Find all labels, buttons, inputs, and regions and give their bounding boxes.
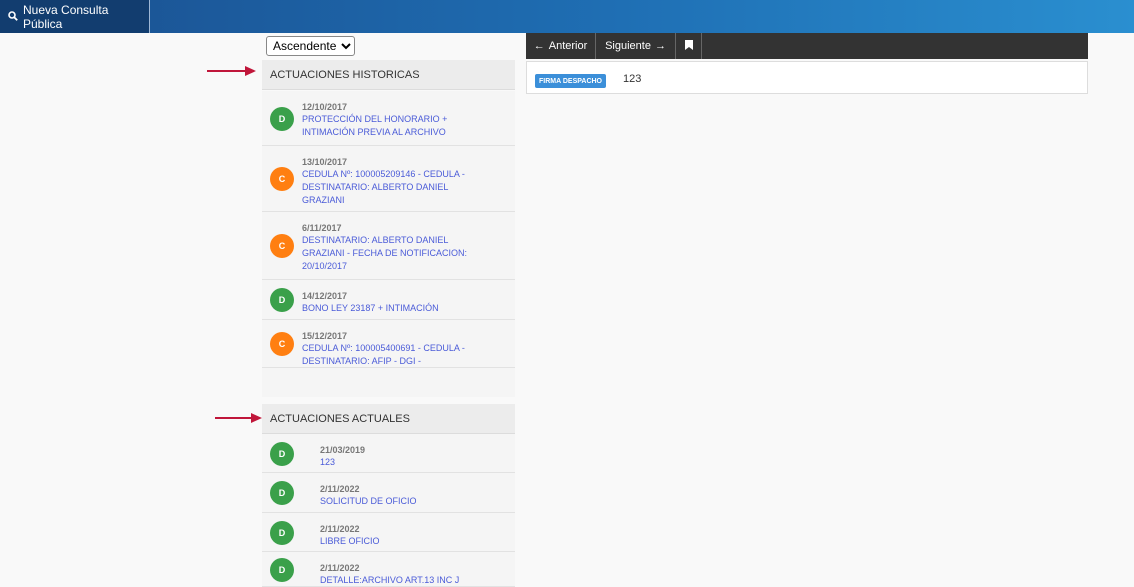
- item-date: 2/11/2022: [320, 484, 360, 494]
- actuales-title: ACTUACIONES ACTUALES: [270, 412, 410, 425]
- bookmark-icon: [684, 39, 693, 53]
- list-item[interactable]: C 15/12/2017 CEDULA Nº: 100005400691 - CED…: [262, 320, 515, 368]
- previous-label: Anterior: [548, 40, 588, 52]
- new-search-button[interactable]: Nueva Consulta Pública: [0, 0, 150, 33]
- arrow-annotation-historicas: [207, 66, 256, 76]
- historicas-header: ACTUACIONES HISTORICAS: [262, 60, 515, 90]
- item-date: 2/11/2022: [320, 524, 360, 534]
- item-date: 12/10/2017: [302, 102, 348, 112]
- item-description: GRAZIANI: [302, 195, 345, 205]
- avatar: C: [270, 332, 294, 356]
- item-date: 14/12/2017: [302, 291, 348, 301]
- item-description: GRAZIANI - FECHA DE NOTIFICACION:: [302, 248, 468, 258]
- actuales-header: ACTUACIONES ACTUALES: [262, 404, 515, 434]
- item-description: DESTINATARIO: ALBERTO DANIEL: [302, 235, 449, 245]
- new-search-label: Nueva Consulta Pública: [23, 2, 109, 31]
- item-description: 123: [320, 457, 336, 467]
- item-description: DETALLE:ARCHIVO ART.13 INC J: [320, 575, 460, 585]
- item-date: 15/12/2017: [302, 331, 348, 341]
- list-item[interactable]: D 2/11/2022 DETALLE:ARCHIVO ART.13 INC J: [262, 552, 515, 587]
- list-item[interactable]: C 13/10/2017 CEDULA Nº: 100005209146 - CED…: [262, 146, 515, 212]
- item-date: 2/11/2022: [320, 563, 360, 573]
- avatar: D: [270, 521, 294, 545]
- avatar: C: [270, 234, 294, 258]
- item-description: SOLICITUD DE OFICIO: [320, 496, 417, 506]
- item-description: CEDULA Nº: 100005209146 - CEDULA -: [302, 169, 465, 179]
- bookmark-button[interactable]: [676, 33, 702, 59]
- sort-order-select[interactable]: Ascendente: [266, 36, 355, 56]
- actuales-list: D 21/03/2019 123 D 2/11/2022 SOLICITUD DE OFI…: [262, 434, 515, 587]
- item-description: DESTINATARIO: AFIP - DGI -: [302, 356, 422, 366]
- avatar: D: [270, 558, 294, 582]
- avatar: D: [270, 107, 294, 131]
- item-description: DESTINATARIO: ALBERTO DANIEL: [302, 182, 449, 192]
- list-item[interactable]: D 12/10/2017 PROTECCIÓN DEL HONORARIO + INT…: [262, 91, 515, 146]
- item-description: LIBRE OFICIO: [320, 536, 380, 546]
- detail-badge: FIRMA DESPACHO: [535, 74, 606, 88]
- list-item[interactable]: D 2/11/2022 LIBRE OFICIO: [262, 513, 515, 552]
- top-bar: Nueva Consulta Pública: [0, 0, 1134, 33]
- avatar: C: [270, 167, 294, 191]
- next-label: Siguiente: [605, 40, 651, 52]
- pager-bar: ← Anterior Siguiente →: [526, 33, 1088, 59]
- historicas-list: D 12/10/2017 PROTECCIÓN DEL HONORARIO + INT…: [262, 91, 515, 397]
- item-description: CEDULA Nº: 100005400691 - CEDULA -: [302, 343, 465, 353]
- next-button[interactable]: Siguiente →: [596, 33, 676, 59]
- avatar: D: [270, 481, 294, 505]
- avatar: D: [270, 288, 294, 312]
- item-date: 21/03/2019: [320, 445, 366, 455]
- list-item[interactable]: D 2/11/2022 SOLICITUD DE OFICIO: [262, 473, 515, 513]
- arrow-annotation-actuales: [215, 413, 262, 423]
- list-item[interactable]: D 21/03/2019 123: [262, 434, 515, 473]
- historicas-title: ACTUACIONES HISTORICAS: [270, 68, 420, 81]
- search-icon: [8, 10, 18, 24]
- detail-panel: FIRMA DESPACHO 123: [526, 61, 1088, 94]
- item-description: PROTECCIÓN DEL HONORARIO +: [302, 114, 448, 124]
- arrow-left-icon: ←: [533, 40, 545, 52]
- arrow-right-icon: →: [654, 40, 666, 52]
- item-description: 20/10/2017: [302, 261, 348, 271]
- detail-value: 123: [623, 73, 642, 85]
- avatar: D: [270, 442, 294, 466]
- list-item[interactable]: C 6/11/2017 DESTINATARIO: ALBERTO DANIEL GR…: [262, 212, 515, 280]
- list-item[interactable]: D 14/12/2017 BONO LEY 23187 + INTIMACIÓN: [262, 280, 515, 320]
- item-description: BONO LEY 23187 + INTIMACIÓN: [302, 303, 439, 313]
- item-description: INTIMACIÓN PREVIA AL ARCHIVO: [302, 127, 446, 137]
- previous-button[interactable]: ← Anterior: [526, 33, 596, 59]
- item-date: 6/11/2017: [302, 223, 342, 233]
- item-date: 13/10/2017: [302, 157, 348, 167]
